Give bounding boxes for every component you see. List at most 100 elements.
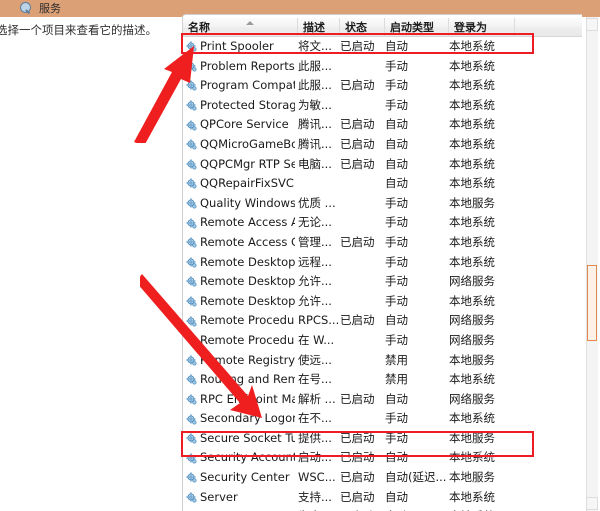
service-name-label: Remote Procedur... [200,332,295,347]
service-status-cell: 已启动 [340,234,375,249]
scroll-up-arrow-icon[interactable] [586,18,598,31]
service-log-on-as-cell: 本地系统 [449,372,495,387]
service-log-on-as-cell: 本地服务 [449,470,495,485]
table-row[interactable]: Remote Access A...无论... 手动 本地系统 [183,213,582,233]
table-row[interactable]: RPC Endpoint Ma...解析 ... 已启动自动 网络服务 [183,390,582,410]
service-log-on-as-cell: 本地系统 [449,156,495,171]
service-description-cell: 远程... [298,254,332,269]
table-row[interactable]: Server 支持... 已启动 自动 本地系统 [183,488,582,508]
service-status-cell: 已启动 [340,507,385,511]
column-header-description[interactable]: 描述 [298,17,340,37]
service-name-cell: Print Spooler [183,37,298,57]
service-gear-icon [186,413,197,425]
table-row[interactable]: Quality Windows ...优质 ... 手动 本地服务 [183,194,582,214]
service-log-on-as-cell: 本地系统 [449,176,495,191]
service-description-cell: 优质 ... [298,195,336,210]
service-log-on-as-cell: 本地服务 [449,430,495,445]
service-description-cell: 启动... [298,450,332,465]
service-startup-type-cell: 禁用 [385,372,408,387]
service-description-cell: 无论... [298,215,332,230]
service-startup-type-cell: 自动 [385,391,408,406]
service-startup-type-cell: 手动 [385,293,408,308]
table-row[interactable]: Remote Desktop S...允许... 手动 网络服务 [183,272,582,292]
service-description-cell: 在不... [298,411,332,426]
table-row[interactable]: Security Accounts...启动... 已启动自动 本地系统 [183,448,582,468]
service-gear-icon [186,335,197,346]
column-header-name-label: 名称 [188,20,210,34]
service-gear-icon [186,218,197,229]
table-row[interactable]: QQRepairFixSVC 自动 本地系统 [183,174,582,194]
service-status-cell: 已启动 [340,313,375,328]
table-row[interactable]: Security Center WSC... 已启动 自动(延迟... 本地服务 [183,468,582,488]
table-row[interactable]: QQPCMgr RTP Se...电脑... 已启动自动 本地系统 [183,155,582,175]
service-status-cell: 已启动 [340,78,375,93]
service-gear-icon [186,316,197,327]
service-gear-icon [186,178,197,189]
service-description-cell: 允许... [298,274,332,289]
service-log-on-as-cell: 本地系统 [449,254,495,269]
service-log-on-as-cell: 本地系统 [449,411,495,426]
table-row[interactable]: Remote Procedur...RPCS...已启动自动 网络服务 [183,311,582,331]
table-row[interactable]: Secure Socket Tun...提供... 已启动手动 本地服务 [183,429,582,449]
ascending-caret-icon [246,20,254,25]
service-name-cell: Program Compati... [183,76,298,96]
list-header-row: 名称 描述 状态 启动类型 登录为 [183,17,582,37]
service-description-cell: 在 W... [298,332,335,347]
service-gear-icon [186,374,197,385]
service-startup-type-cell: 手动 [385,215,408,230]
service-startup-type-cell: 手动 [385,78,408,93]
table-row[interactable]: Remote Registry 使远... 禁用 本地服务 [183,351,582,371]
services-list-rows[interactable]: Print Spooler 将文... 已启动 自动 本地系统 Problem Repor… [183,37,582,511]
service-gear-icon [186,80,197,92]
service-status-cell: 已启动 [340,430,375,445]
service-startup-type-cell: 自动 [385,136,408,151]
service-log-on-as-cell: 本地系统 [449,234,495,249]
table-row[interactable]: Problem Reports a...此服... 手动 本地系统 [183,57,582,77]
service-name-label: Print Spooler [200,39,274,53]
service-name-label: Shell Hardware De... [200,507,295,511]
table-row[interactable]: QQMicroGameBo...腾讯... 已启动自动 本地系统 [183,135,582,155]
service-description-cell: RPCS... [298,313,340,328]
service-name-cell: Security Accounts... [183,448,298,468]
column-header-startup-type[interactable]: 启动类型 [385,17,449,37]
service-name-label: Protected Storage [200,97,295,112]
service-name-cell: Secondary Logon [183,409,298,429]
table-row[interactable]: Secondary Logon 在不... 手动 本地系统 [183,409,582,429]
service-gear-icon [186,198,197,209]
service-description-cell: 电脑... [298,156,332,171]
service-description-cell: 提供... [298,430,332,445]
service-log-on-as-cell: 本地系统 [449,215,495,230]
services-magnifier-icon [20,2,33,15]
vertical-scrollbar-track[interactable] [586,17,598,511]
table-row[interactable]: Shell Hardware De...为自...已启动自动本地系统 [183,507,582,511]
table-row[interactable]: Remote Procedur...在 W... 手动 网络服务 [183,331,582,351]
table-row[interactable]: Program Compati...此服... 已启动手动 本地系统 [183,76,582,96]
service-gear-icon [186,453,197,464]
service-gear-icon [186,159,197,170]
service-status-cell: 已启动 [340,39,375,53]
service-startup-type-cell: 手动 [385,97,408,112]
table-row[interactable]: Protected Storage 为敏... 手动 本地系统 [183,96,582,116]
service-status-cell: 已启动 [340,391,375,406]
service-startup-type-cell: 自动 [385,507,449,511]
service-log-on-as-cell: 本地服务 [449,352,495,367]
scroll-down-arrow-icon[interactable] [586,497,598,510]
table-row[interactable]: QPCore Service 腾讯... 已启动 自动 本地系统 [183,115,582,135]
service-log-on-as-cell: 本地系统 [449,58,495,73]
service-gear-icon [186,433,197,444]
service-name-label: Secure Socket Tun... [200,430,295,445]
table-row[interactable]: Routing and Rem...在号... 禁用 本地系统 [183,370,582,390]
table-row[interactable]: Remote Access C...管理... 已启动手动 本地系统 [183,233,582,253]
column-header-log-on-as[interactable]: 登录为 [449,17,515,37]
service-description-cell: 此服... [298,58,332,73]
service-gear-icon [186,394,197,405]
service-startup-type-cell: 手动 [385,254,408,269]
table-row[interactable]: Remote Desktop S...允许... 手动 本地系统 [183,292,582,312]
vertical-scrollbar-thumb[interactable] [587,265,597,341]
service-description-cell: 腾讯... [298,117,332,132]
column-header-status[interactable]: 状态 [340,17,385,37]
table-row[interactable]: Remote Desktop ...远程... 手动 本地系统 [183,253,582,273]
table-row[interactable]: Print Spooler 将文... 已启动 自动 本地系统 [183,37,582,57]
column-header-name[interactable]: 名称 [183,17,298,37]
service-status-cell: 已启动 [340,117,375,132]
